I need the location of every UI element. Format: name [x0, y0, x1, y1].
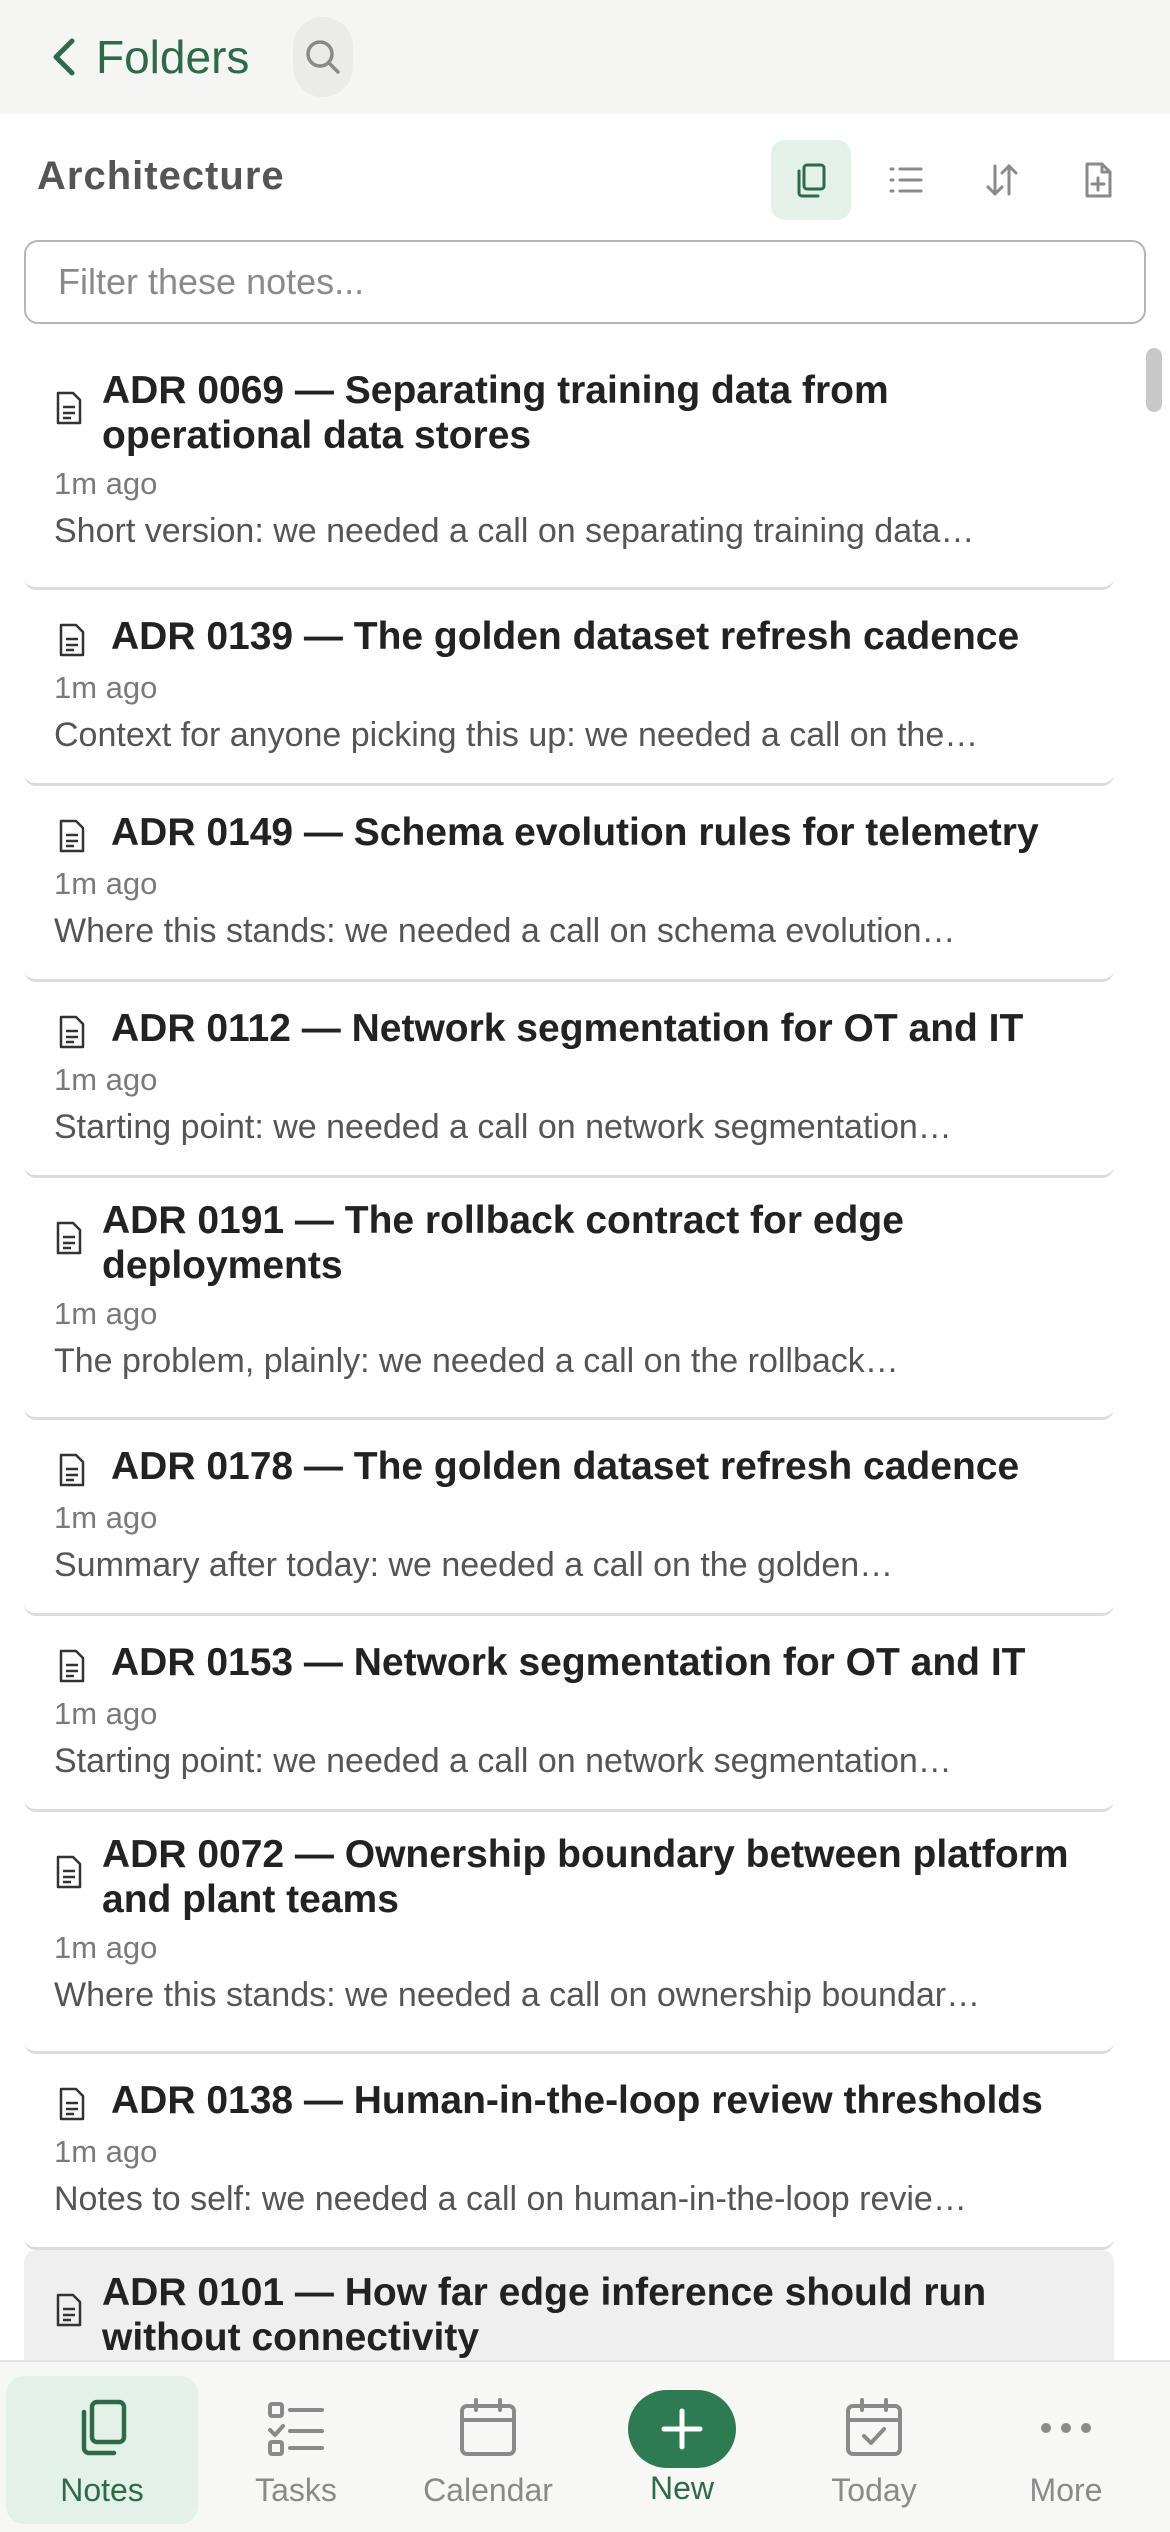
- tab-label: Calendar: [423, 2472, 553, 2508]
- note-snippet: Notes to self: we needed a call on human…: [54, 2180, 967, 2218]
- scrollbar-thumb[interactable]: [1146, 348, 1162, 412]
- note-snippet: Context for anyone picking this up: we n…: [54, 716, 979, 754]
- tab-label: Today: [831, 2472, 917, 2508]
- note-item[interactable]: ADR 0069 — Separating training data from…: [24, 348, 1114, 590]
- back-label: Folders: [96, 31, 250, 83]
- back-to-folders-button[interactable]: Folders: [48, 17, 249, 97]
- tab-notes[interactable]: Notes: [6, 2376, 198, 2524]
- document-icon: [59, 1649, 85, 1683]
- calendar-check-icon: [846, 2398, 902, 2456]
- note-timestamp: 1m ago: [54, 1296, 158, 1331]
- new-note-button[interactable]: [1058, 140, 1138, 220]
- note-snippet: Starting point: we needed a call on netw…: [54, 1108, 952, 1146]
- document-icon: [59, 623, 85, 657]
- document-icon: [59, 2087, 85, 2121]
- note-timestamp: 1m ago: [54, 466, 158, 501]
- tab-label: More: [1029, 2472, 1103, 2508]
- note-title: ADR 0072 — Ownership boundary between pl…: [102, 1833, 1069, 1921]
- copy-pages-icon: [797, 163, 826, 198]
- note-snippet: Where this stands: we needed a call on o…: [54, 1976, 981, 2014]
- note-item[interactable]: ADR 0149 — Schema evolution rules for te…: [24, 786, 1114, 982]
- note-item[interactable]: ADR 0072 — Ownership boundary between pl…: [24, 1812, 1114, 2054]
- search-button[interactable]: [293, 17, 354, 97]
- tasks-checklist-icon: [268, 2402, 324, 2456]
- list-view-button[interactable]: [866, 140, 946, 220]
- tab-today[interactable]: Today: [778, 2376, 970, 2524]
- top-navigation-bar: Folders: [0, 0, 1170, 114]
- note-title: ADR 0149 — Schema evolution rules for te…: [111, 811, 1039, 854]
- note-title: ADR 0139 — The golden dataset refresh ca…: [111, 615, 1020, 658]
- document-icon: [56, 391, 82, 425]
- note-timestamp: 1m ago: [54, 1696, 158, 1731]
- new-document-icon: [1085, 162, 1112, 198]
- note-timestamp: 1m ago: [54, 2134, 158, 2169]
- notes-list: ADR 0069 — Separating training data from…: [24, 348, 1114, 2360]
- tab-label: Tasks: [255, 2472, 337, 2508]
- tab-calendar[interactable]: Calendar: [392, 2376, 584, 2524]
- note-item[interactable]: ADR 0178 — The golden dataset refresh ca…: [24, 1420, 1114, 1616]
- note-item[interactable]: ADR 0112 — Network segmentation for OT a…: [24, 982, 1114, 1178]
- note-snippet: Short version: we needed a call on separ…: [54, 512, 975, 550]
- document-icon: [56, 1855, 82, 1889]
- document-icon: [59, 819, 85, 853]
- folder-title: Architecture: [37, 153, 285, 198]
- document-icon: [56, 2293, 82, 2327]
- note-title: ADR 0138 — Human-in-the-loop review thre…: [111, 2079, 1043, 2122]
- note-timestamp: 1m ago: [54, 1930, 158, 1965]
- document-icon: [59, 1015, 85, 1049]
- note-snippet: Summary after today: we needed a call on…: [54, 1546, 894, 1584]
- note-title: ADR 0191 — The rollback contract for edg…: [102, 1199, 904, 1287]
- document-icon: [56, 1221, 82, 1255]
- note-title: ADR 0112 — Network segmentation for OT a…: [111, 1007, 1024, 1050]
- note-snippet: The problem, plainly: we needed a call o…: [54, 1342, 899, 1380]
- notes-pages-icon: [81, 2399, 127, 2456]
- plus-icon: [661, 2408, 703, 2450]
- tab-tasks[interactable]: Tasks: [200, 2376, 392, 2524]
- chevron-left-icon: [53, 38, 75, 76]
- note-title: ADR 0069 — Separating training data from…: [102, 369, 889, 457]
- sort-arrows-icon: [986, 164, 1018, 196]
- note-title: ADR 0178 — The golden dataset refresh ca…: [111, 1445, 1020, 1488]
- note-timestamp: 1m ago: [54, 866, 158, 901]
- tab-label: Notes: [60, 2472, 144, 2508]
- list-icon: [889, 167, 923, 193]
- note-title: ADR 0101 — How far edge inference should…: [102, 2271, 987, 2359]
- folder-header: Architecture: [0, 114, 1170, 238]
- note-item[interactable]: ADR 0101 — How far edge inference should…: [24, 2250, 1114, 2360]
- note-item[interactable]: ADR 0153 — Network segmentation for OT a…: [24, 1616, 1114, 1812]
- sort-button[interactable]: [962, 140, 1042, 220]
- note-timestamp: 1m ago: [54, 1062, 158, 1097]
- note-item[interactable]: ADR 0191 — The rollback contract for edg…: [24, 1178, 1114, 1420]
- more-dots-icon: [1041, 2423, 1091, 2433]
- card-view-button[interactable]: [771, 140, 851, 220]
- new-label: New: [649, 2470, 714, 2506]
- note-item[interactable]: ADR 0139 — The golden dataset refresh ca…: [24, 590, 1114, 786]
- note-timestamp: 1m ago: [54, 670, 158, 705]
- note-timestamp: 1m ago: [54, 1500, 158, 1535]
- tab-more[interactable]: More: [970, 2376, 1162, 2524]
- bottom-tab-bar: Notes Tasks Calendar Today More: [0, 2360, 1170, 2532]
- note-title: ADR 0153 — Network segmentation for OT a…: [111, 1641, 1026, 1684]
- note-snippet: Where this stands: we needed a call on s…: [54, 912, 956, 950]
- new-button[interactable]: [628, 2390, 736, 2468]
- note-item[interactable]: ADR 0138 — Human-in-the-loop review thre…: [24, 2054, 1114, 2250]
- document-icon: [59, 1453, 85, 1487]
- calendar-icon: [460, 2398, 516, 2456]
- filter-notes-input[interactable]: [24, 240, 1146, 324]
- search-icon: [306, 40, 341, 74]
- note-snippet: Starting point: we needed a call on netw…: [54, 1742, 952, 1780]
